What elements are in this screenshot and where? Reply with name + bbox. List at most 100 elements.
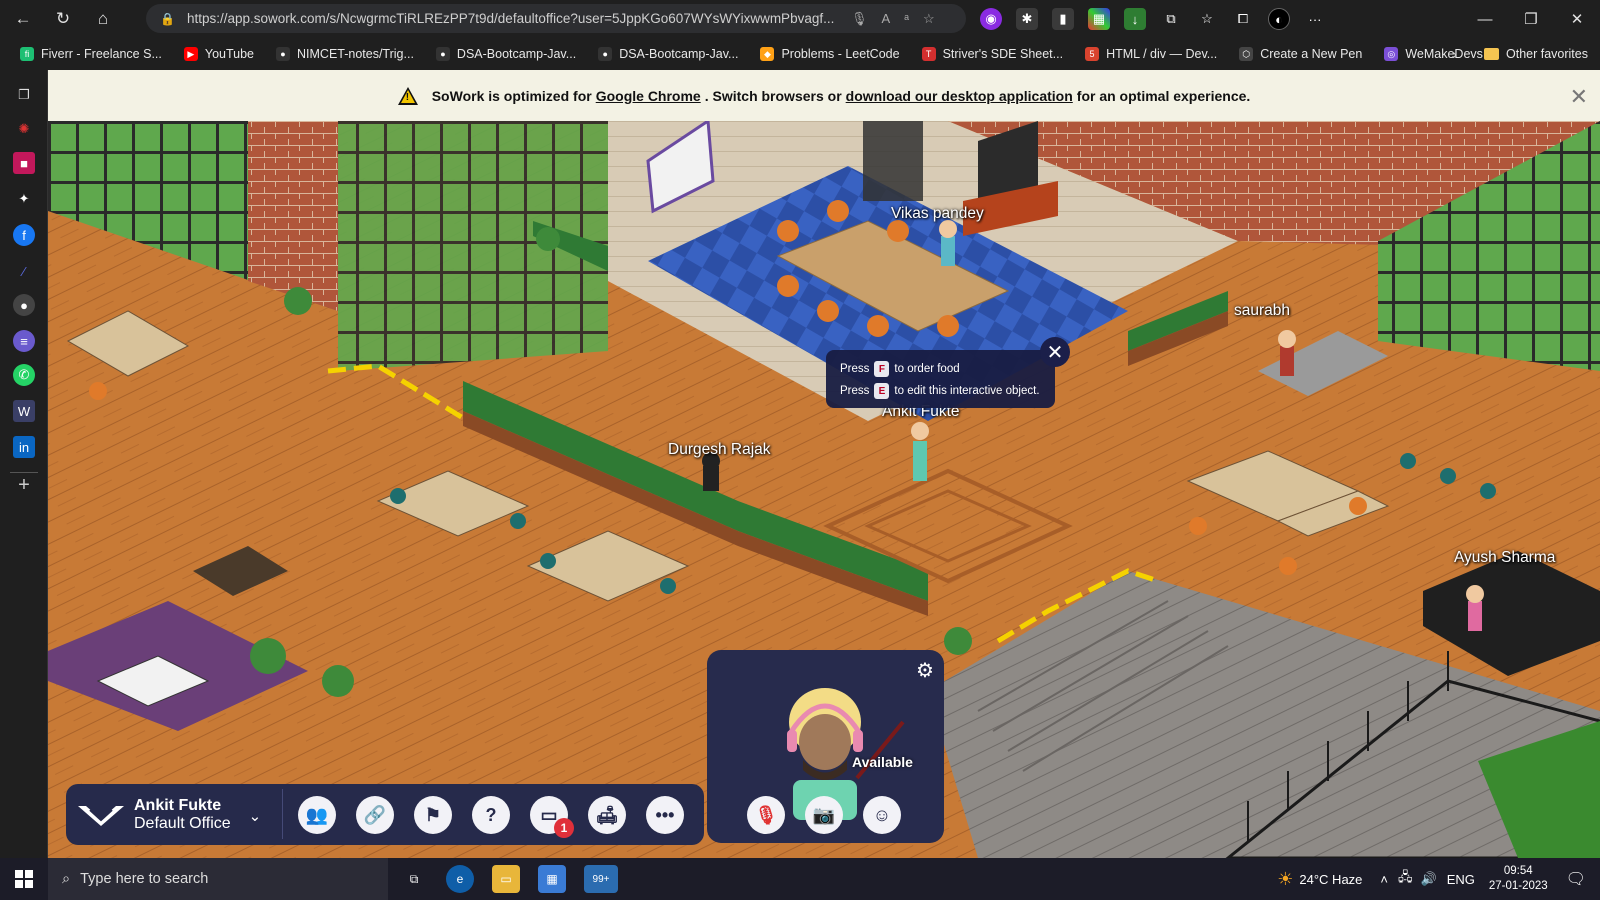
github-icon[interactable]: ● xyxy=(13,294,35,316)
edge-icon[interactable]: e xyxy=(446,865,474,893)
address-bar-actions[interactable]: 🎙Aᵃ☆ xyxy=(851,11,949,27)
settings-gear-icon[interactable]: ⚙ xyxy=(916,658,934,683)
chevron-down-icon[interactable]: ⌄ xyxy=(249,807,262,825)
whatsapp-icon[interactable]: ✆ xyxy=(13,364,35,386)
windows-logo-icon xyxy=(15,870,33,888)
app-icon[interactable]: ∕ xyxy=(13,260,35,282)
favorites-icon[interactable]: ☆ xyxy=(1196,8,1218,30)
bookmark-item[interactable]: fi Fiverr - Freelance S... xyxy=(14,42,168,66)
back-icon[interactable]: ← xyxy=(6,4,40,34)
bookmark-item[interactable]: ● NIMCET-notes/Trig... xyxy=(270,42,420,66)
store-icon[interactable]: ▦ xyxy=(538,865,566,893)
extensions-icon[interactable]: ⧉ xyxy=(1160,8,1182,30)
avatar-name[interactable]: saurabh xyxy=(1234,302,1290,320)
bookmark-item[interactable]: ● DSA-Bootcamp-Jav... xyxy=(430,42,582,66)
people-button[interactable]: 👥 xyxy=(298,796,336,834)
volume-icon[interactable]: 🔊 xyxy=(1421,871,1437,887)
weather-text[interactable]: 24°C Haze xyxy=(1299,872,1362,887)
address-bar[interactable]: 🔒 https://app.sowork.com/s/NcwgrmcTiRLRE… xyxy=(146,4,966,33)
windows-start-button[interactable] xyxy=(0,858,48,900)
profile-avatar[interactable]: ◐ xyxy=(1268,8,1290,30)
avatar-name[interactable]: Ayush Sharma xyxy=(1454,549,1555,567)
bookmark-item[interactable]: ◆ Problems - LeetCode xyxy=(754,42,905,66)
mail-icon[interactable]: 99+ xyxy=(584,865,618,893)
more-button[interactable]: ••• xyxy=(646,796,684,834)
language-indicator[interactable]: ENG xyxy=(1447,872,1475,887)
chevron-right-icon[interactable]: › xyxy=(1452,38,1457,70)
restore-icon[interactable]: ❐ xyxy=(1508,0,1554,38)
bookmark-favicon-icon: ● xyxy=(276,47,290,61)
furniture-icon: 🛋 xyxy=(595,804,619,825)
banner-close-icon[interactable]: ✕ xyxy=(1570,84,1588,110)
emoji-button[interactable]: ☺ xyxy=(863,796,901,834)
app-icon[interactable]: ■ xyxy=(13,152,35,174)
furniture-button[interactable]: 🛋 xyxy=(588,796,626,834)
weather-icon[interactable]: ☀ xyxy=(1277,869,1293,890)
other-favorites[interactable]: Other favorites xyxy=(1484,38,1588,70)
add-icon[interactable]: + xyxy=(13,474,35,496)
bookmark-item[interactable]: ◎ WeMakeDevs xyxy=(1378,42,1489,66)
file-explorer-icon[interactable]: ▭ xyxy=(492,865,520,893)
toolbar-divider xyxy=(282,789,283,839)
home-icon[interactable]: ⌂ xyxy=(86,4,120,34)
bookmark-favicon-icon: 5 xyxy=(1085,47,1100,61)
invite-link-button[interactable]: 🔗 xyxy=(356,796,394,834)
bookmark-item[interactable]: T Striver's SDE Sheet... xyxy=(916,42,1069,66)
avatar-name[interactable]: Durgesh Rajak xyxy=(668,441,771,459)
bookmark-item[interactable]: ⬡ Create a New Pen xyxy=(1233,42,1368,66)
bookmark-label: Fiverr - Freelance S... xyxy=(41,47,162,61)
tooltip-text: Press xyxy=(840,363,870,375)
bookmark-item[interactable]: 5 HTML / div — Dev... xyxy=(1079,42,1223,66)
network-icon[interactable]: 🖧 xyxy=(1398,868,1413,890)
office-name: Default Office xyxy=(134,815,231,832)
mic-toggle-button[interactable]: 🎙 xyxy=(747,796,785,834)
app-icon[interactable]: ✺ xyxy=(13,118,35,140)
tooltip-text: to order food xyxy=(894,363,960,375)
app-icon[interactable]: ✦ xyxy=(13,188,35,210)
extension-icon[interactable]: ▮ xyxy=(1052,8,1074,30)
close-icon[interactable]: ✕ xyxy=(1554,0,1600,38)
profile-switcher[interactable]: Ankit Fukte Default Office ⌄ xyxy=(76,789,278,841)
bookmark-item[interactable]: ▶ YouTube xyxy=(178,42,260,66)
extension-icon[interactable]: ◉ xyxy=(980,8,1002,30)
collections-icon[interactable]: ⧠ xyxy=(1232,8,1254,30)
chrome-link[interactable]: Google Chrome xyxy=(596,88,701,104)
avatar-name[interactable]: Vikas pandey xyxy=(891,205,984,223)
bookmark-favicon-icon: ▶ xyxy=(183,47,198,61)
key-hint: E xyxy=(874,383,890,399)
camera-toggle-button[interactable]: 📷 xyxy=(805,796,843,834)
tab-actions-icon[interactable]: ❐ xyxy=(13,84,35,106)
notification-icon[interactable]: 🗨 xyxy=(1566,869,1586,889)
task-view-icon[interactable]: ⧉ xyxy=(400,865,428,893)
bookmark-item[interactable]: ● DSA-Bootcamp-Jav... xyxy=(592,42,744,66)
link-icon: 🔗 xyxy=(363,804,387,825)
facebook-icon[interactable]: f xyxy=(13,224,35,246)
minimize-icon[interactable]: — xyxy=(1462,0,1508,38)
app-icon[interactable]: ≡ xyxy=(13,330,35,352)
office-button[interactable]: ⚑ xyxy=(414,796,452,834)
download-app-link[interactable]: download our desktop application xyxy=(846,88,1073,104)
linkedin-icon[interactable]: in xyxy=(13,436,35,458)
chevron-up-icon[interactable]: ˄ xyxy=(1380,872,1388,887)
profile-name: Ankit Fukte xyxy=(134,797,222,814)
sowork-icon[interactable]: W xyxy=(13,400,35,422)
refresh-icon[interactable]: ↻ xyxy=(46,4,80,34)
extension-icon[interactable]: ✱ xyxy=(1016,8,1038,30)
bookmark-label: Striver's SDE Sheet... xyxy=(942,47,1064,61)
more-menu-icon[interactable]: ··· xyxy=(1304,8,1326,30)
sowork-logo-icon xyxy=(78,806,124,826)
bookmark-favicon-icon: ⬡ xyxy=(1239,47,1254,61)
mail-badge: 99+ xyxy=(592,873,610,885)
banner-text: . Switch browsers or xyxy=(704,87,842,104)
bookmark-favicon-icon: ◆ xyxy=(760,47,775,61)
taskbar-search[interactable]: ⌕ Type here to search xyxy=(48,858,388,900)
mic-off-icon: 🎙 xyxy=(754,804,778,825)
browser-warning-banner: ! SoWork is optimized for Google Chrome … xyxy=(48,70,1600,121)
download-icon[interactable]: ↓ xyxy=(1124,8,1146,30)
bookmark-label: DSA-Bootcamp-Jav... xyxy=(619,47,739,61)
tooltip-close-icon[interactable]: ✕ xyxy=(1040,337,1070,367)
extension-icon[interactable]: ▦ xyxy=(1088,8,1110,30)
help-button[interactable]: ? xyxy=(472,796,510,834)
taskbar-clock[interactable]: 09:54 27-01-2023 xyxy=(1489,864,1548,894)
bookmark-label: Problems - LeetCode xyxy=(781,47,900,61)
